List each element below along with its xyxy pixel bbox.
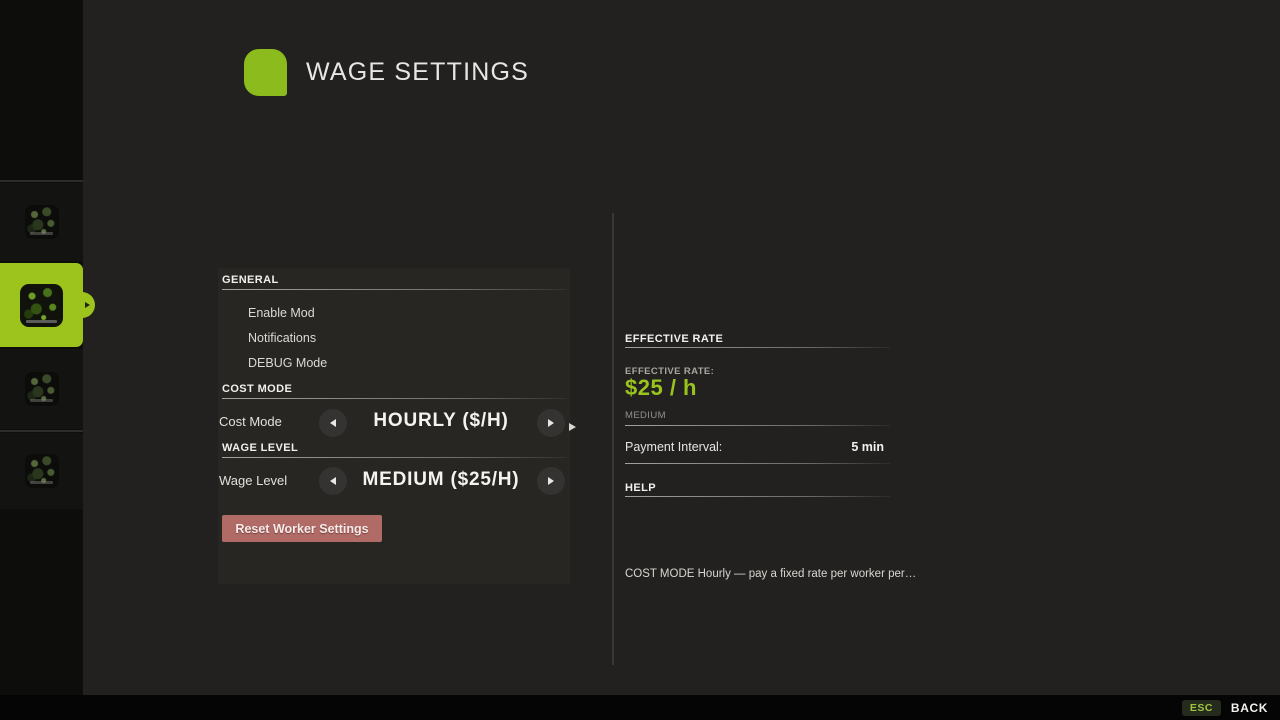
setting-notifications[interactable]: Notifications xyxy=(248,331,316,345)
mod-sidebar xyxy=(0,0,83,695)
setting-enable-mod[interactable]: Enable Mod xyxy=(248,306,315,320)
section-underline xyxy=(222,398,567,399)
settings-panel: GENERAL Enable Mod Notifications DEBUG M… xyxy=(218,268,570,584)
footer-bar: ESC BACK xyxy=(0,695,1280,720)
page-title: WAGE SETTINGS xyxy=(306,58,529,87)
esc-key-badge[interactable]: ESC xyxy=(1182,700,1221,716)
sidebar-divider xyxy=(0,430,83,432)
section-underline xyxy=(625,496,890,497)
section-underline xyxy=(625,347,890,348)
cost-mode-value: HOURLY ($/H) xyxy=(347,410,535,432)
sidebar-item-mod-4[interactable] xyxy=(0,433,83,509)
wage-level-badge: MEDIUM xyxy=(625,410,666,421)
page-header: WAGE SETTINGS xyxy=(244,49,529,96)
setting-debug-mode[interactable]: DEBUG Mode xyxy=(248,356,327,370)
sidebar-item-mod-1[interactable] xyxy=(0,183,83,261)
cost-mode-prev-button[interactable] xyxy=(319,409,347,437)
mod-thumbnail-icon xyxy=(25,205,59,239)
cost-mode-label: Cost Mode xyxy=(219,414,282,429)
section-header-general: GENERAL xyxy=(222,274,279,286)
payment-interval-label: Payment Interval: xyxy=(625,440,722,454)
wage-level-prev-button[interactable] xyxy=(319,467,347,495)
wage-level-value: MEDIUM ($25/H) xyxy=(347,469,535,491)
arrow-left-icon xyxy=(330,477,336,485)
cost-mode-next-button[interactable] xyxy=(537,409,565,437)
mod-thumbnail-icon xyxy=(25,454,59,488)
sidebar-item-mod-3[interactable] xyxy=(0,349,83,429)
vertical-divider xyxy=(612,213,614,665)
wage-level-next-button[interactable] xyxy=(537,467,565,495)
help-section-header: HELP xyxy=(625,482,656,494)
arrow-right-icon xyxy=(548,419,554,427)
effective-rate-value: $25 / h xyxy=(625,375,697,401)
mouse-cursor-icon xyxy=(569,423,576,431)
mod-thumbnail-icon xyxy=(20,284,63,327)
sidebar-divider xyxy=(0,180,83,182)
selected-tab-pointer-icon xyxy=(85,302,90,308)
payment-interval-value: 5 min xyxy=(851,440,884,454)
section-header-wage-level: WAGE LEVEL xyxy=(222,442,298,454)
reset-worker-settings-button[interactable]: Reset Worker Settings xyxy=(222,515,382,542)
back-button[interactable]: BACK xyxy=(1231,701,1268,715)
mod-thumbnail-icon xyxy=(25,372,59,406)
arrow-right-icon xyxy=(548,477,554,485)
section-underline xyxy=(625,425,890,426)
wage-settings-screen: WAGE SETTINGS GENERAL Enable Mod Notific… xyxy=(0,0,1280,720)
section-underline xyxy=(625,463,890,464)
arrow-left-icon xyxy=(330,419,336,427)
sidebar-item-mod-2-selected[interactable] xyxy=(0,263,83,347)
details-panel: EFFECTIVE RATE EFFECTIVE RATE: $25 / h M… xyxy=(625,330,890,590)
section-underline xyxy=(222,457,567,458)
effective-rate-section-header: EFFECTIVE RATE xyxy=(625,333,723,345)
section-header-cost-mode: COST MODE xyxy=(222,383,292,395)
wage-level-label: Wage Level xyxy=(219,473,287,488)
section-underline xyxy=(222,289,567,290)
help-text: COST MODE Hourly — pay a fixed rate per … xyxy=(625,568,925,580)
mod-logo-icon xyxy=(244,49,287,96)
